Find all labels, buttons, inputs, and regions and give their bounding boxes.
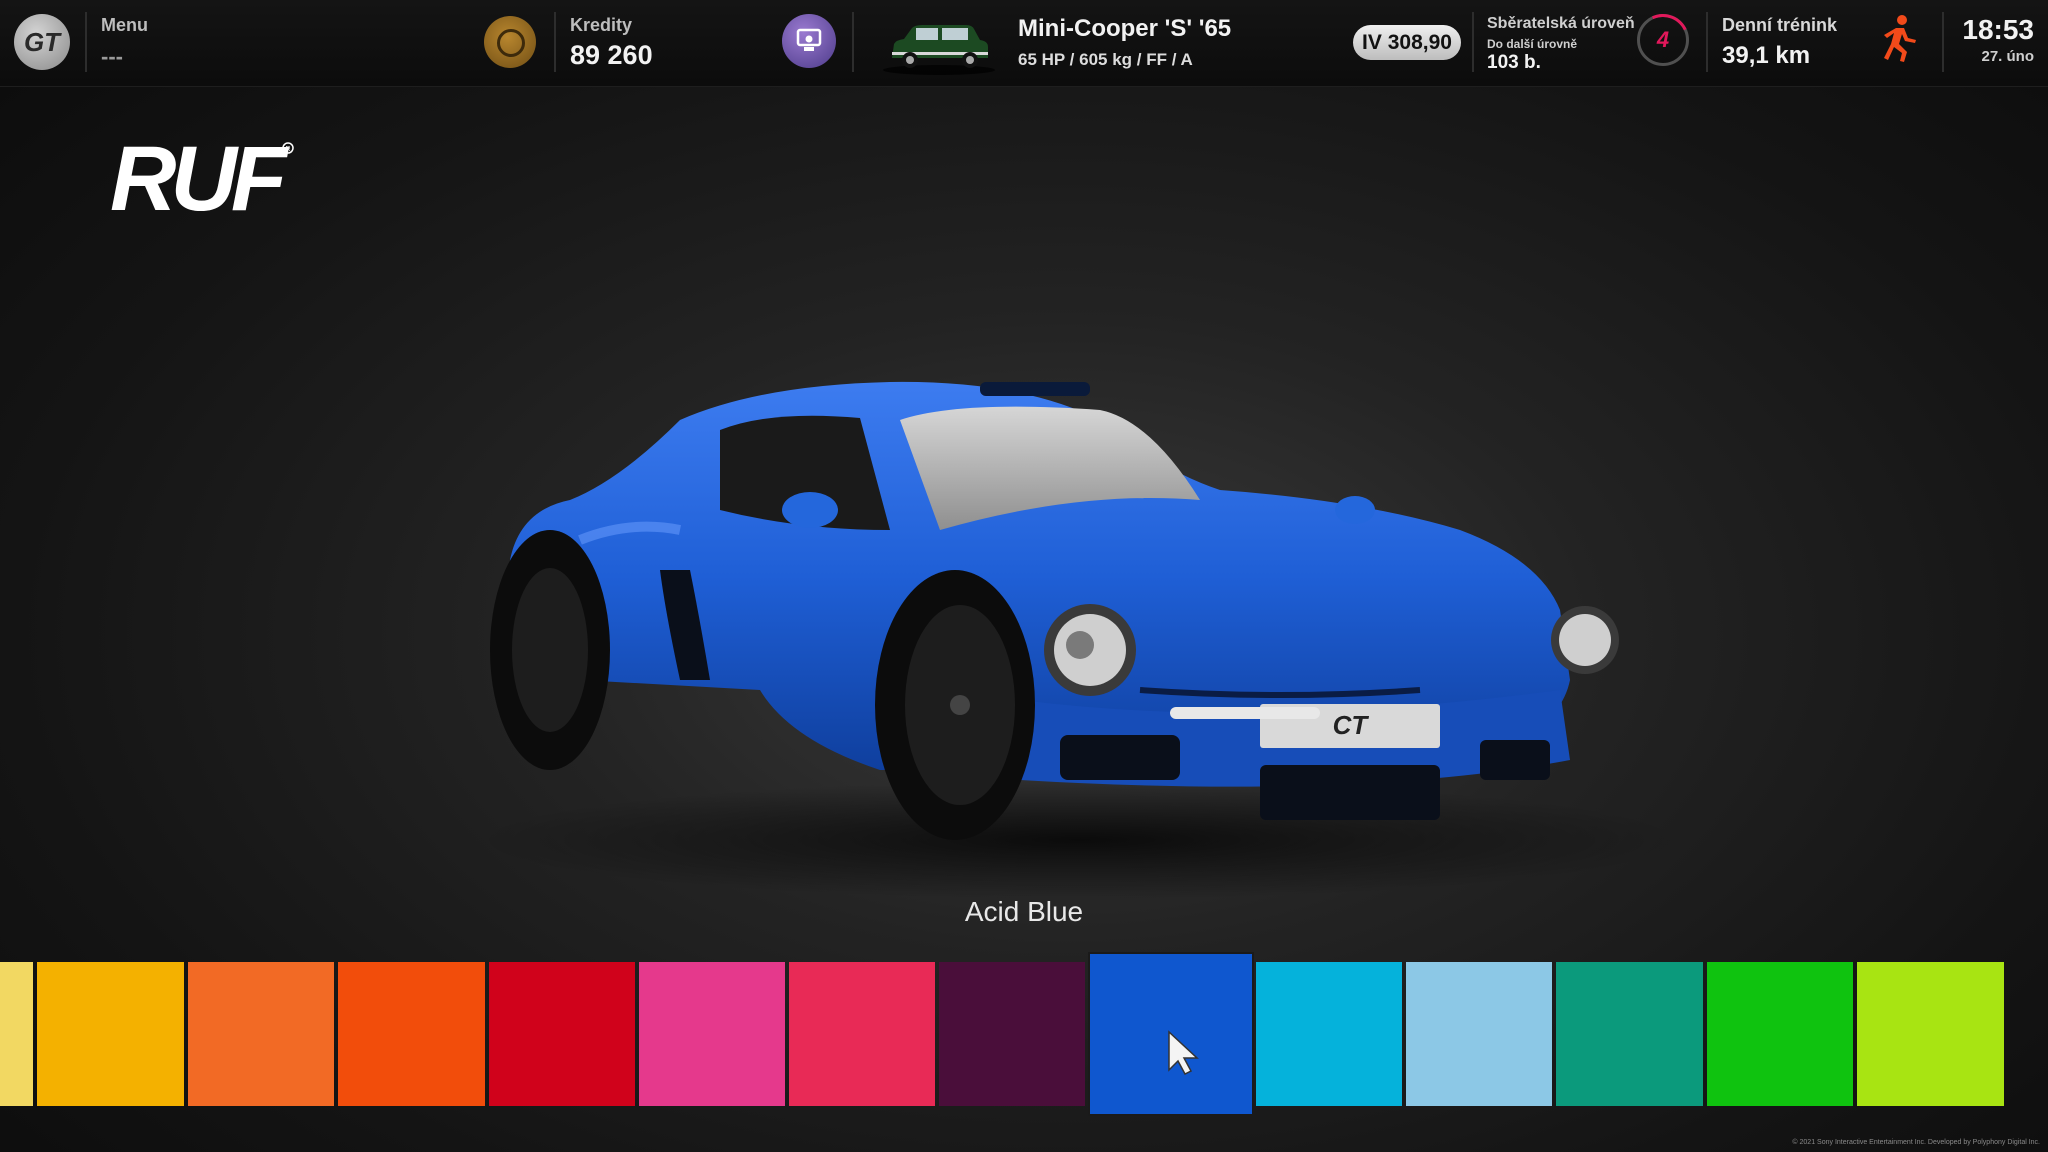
pointer-cursor-icon: [1168, 1030, 1199, 1075]
performance-points-badge: IV 308,90: [1353, 25, 1461, 60]
color-swatch-row: [0, 954, 2048, 1114]
ruf-logo-text: RUF: [110, 132, 290, 222]
color-swatch[interactable]: [1406, 962, 1552, 1106]
gt-logo-icon[interactable]: GT: [14, 14, 70, 70]
running-person-icon: [1884, 15, 1916, 62]
color-swatch[interactable]: [1857, 962, 2004, 1106]
daily-workout-distance: 39,1 km: [1722, 42, 1811, 69]
separator: [1472, 12, 1474, 72]
menu-value: ---: [101, 44, 123, 69]
daily-workout-label: Denní trénink: [1722, 15, 1838, 35]
separator: [554, 12, 556, 72]
current-car-name: Mini-Cooper 'S' '65: [1018, 15, 1232, 42]
separator: [852, 12, 854, 72]
copyright-text: © 2021 Sony Interactive Entertainment In…: [1792, 1139, 2040, 1146]
credits-coin-icon: [484, 16, 536, 68]
color-swatch[interactable]: [338, 962, 485, 1106]
clock-date: 27. úno: [1981, 48, 2034, 65]
current-car-specs: 65 HP / 605 kg / FF / A: [1018, 50, 1193, 69]
color-swatch[interactable]: [188, 962, 334, 1106]
color-swatch[interactable]: [939, 962, 1085, 1106]
color-swatch[interactable]: [1707, 962, 1853, 1106]
garage-icon[interactable]: [782, 14, 836, 68]
car-preview: CT: [490, 381, 1619, 840]
separator: [1942, 12, 1944, 72]
next-level-label: Do další úrovně: [1487, 37, 1578, 51]
next-level-points: 103 b.: [1487, 52, 1541, 73]
top-status-bar: GT Menu --- Kredity 89 260 Mini-Cooper '…: [0, 0, 2048, 87]
collector-level-label: Sběratelská úroveň: [1487, 15, 1635, 32]
svg-text:CT: CT: [1333, 710, 1370, 740]
color-swatch[interactable]: [1556, 962, 1703, 1106]
color-swatch[interactable]: [1256, 962, 1402, 1106]
svg-text:R: R: [286, 146, 291, 153]
ruf-brand-logo: RUF R: [110, 132, 296, 222]
credits-label: Kredity: [570, 15, 633, 35]
collector-level-value: 4: [1656, 27, 1670, 52]
credits-value: 89 260: [570, 40, 653, 70]
color-swatch[interactable]: [489, 962, 635, 1106]
collector-level-ring-icon: 4: [1637, 14, 1689, 66]
color-swatch[interactable]: [37, 962, 184, 1106]
current-car-thumbnail[interactable]: [880, 14, 998, 76]
separator: [85, 12, 87, 72]
clock: 18:53 27. úno: [1962, 14, 2034, 65]
color-swatch[interactable]: [639, 962, 785, 1106]
clock-time: 18:53: [1962, 14, 2034, 45]
selected-color-name: Acid Blue: [964, 896, 1084, 927]
color-swatch[interactable]: [789, 962, 935, 1106]
color-swatch[interactable]: [0, 962, 33, 1106]
menu-label: Menu: [101, 15, 148, 35]
separator: [1706, 12, 1708, 72]
